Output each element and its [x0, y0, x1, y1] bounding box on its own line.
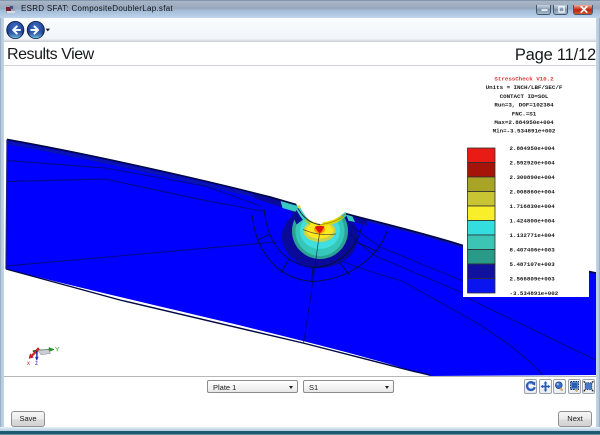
svg-text:x: x [27, 361, 30, 367]
svg-text:-3.534891e+002: -3.534891e+002 [510, 290, 559, 297]
svg-text:2.566809e+003: 2.566809e+003 [510, 276, 556, 283]
svg-text:1.716830e+004: 1.716830e+004 [510, 203, 556, 210]
svg-text:CONTACT ID=SOL: CONTACT ID=SOL [500, 93, 549, 100]
svg-text:2.008860e+004: 2.008860e+004 [510, 189, 556, 196]
svg-text:Max=2.884950e+004: Max=2.884950e+004 [494, 119, 554, 126]
svg-text:Min=-3.534891e+002: Min=-3.534891e+002 [493, 128, 556, 135]
svg-text:2.884950e+004: 2.884950e+004 [510, 145, 556, 152]
svg-text:FNC.=S1: FNC.=S1 [512, 110, 537, 117]
svg-text:1.132771e+004: 1.132771e+004 [510, 232, 556, 239]
svg-text:Y: Y [55, 347, 60, 354]
svg-text:1.424800e+004: 1.424800e+004 [510, 218, 556, 225]
svg-text:z: z [35, 361, 38, 367]
svg-text:Run=3, DOF=102384: Run=3, DOF=102384 [494, 102, 554, 109]
svg-text:5.487107e+003: 5.487107e+003 [510, 261, 556, 268]
svg-text:Units = INCH/LBF/SEC/F: Units = INCH/LBF/SEC/F [486, 84, 563, 91]
svg-text:8.407406e+003: 8.407406e+003 [510, 247, 556, 254]
svg-text:2.300890e+004: 2.300890e+004 [510, 174, 556, 181]
svg-text:2.592920e+004: 2.592920e+004 [510, 160, 556, 167]
svg-text:StressCheck V10.2: StressCheck V10.2 [494, 76, 554, 83]
